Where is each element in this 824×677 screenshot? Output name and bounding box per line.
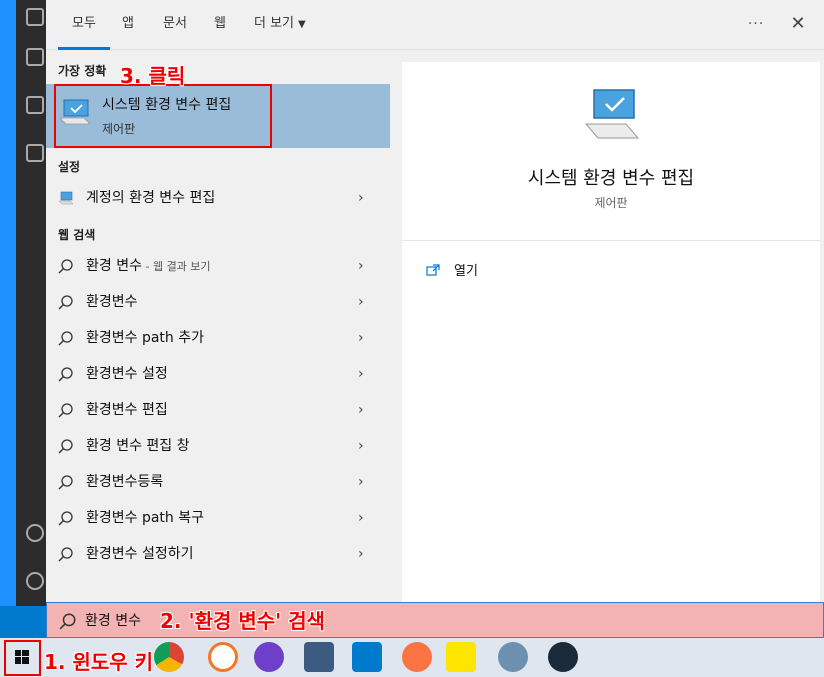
tab-web[interactable]: 웹 — [214, 0, 226, 50]
search-icon — [58, 259, 73, 274]
web-result-item[interactable]: 환경변수등록 › — [46, 464, 390, 500]
search-icon — [58, 475, 73, 490]
swift-icon[interactable] — [402, 642, 432, 672]
search-icon — [58, 547, 73, 562]
chevron-right-icon: › — [358, 330, 364, 346]
annotation-step3: 3. 클릭 — [120, 64, 186, 88]
tab-all-label: 모두 — [72, 16, 96, 31]
web-result-item[interactable]: 환경변수 설정하기 › — [46, 536, 390, 572]
preview-subtitle: 제어판 — [594, 196, 628, 210]
chrome-icon[interactable] — [154, 642, 184, 672]
vlc-icon[interactable] — [498, 642, 528, 672]
chevron-right-icon: › — [358, 366, 364, 382]
search-icon — [58, 439, 73, 454]
web-result-label: 환경변수 path 추가 — [86, 330, 205, 346]
close-button[interactable]: ✕ — [784, 10, 812, 38]
search-icon — [58, 367, 73, 382]
chevron-right-icon: › — [358, 438, 364, 454]
close-icon: ✕ — [790, 13, 806, 34]
tab-more[interactable]: 더 보기 ▼ — [254, 0, 306, 50]
open-label: 열기 — [454, 264, 478, 279]
chevron-right-icon: › — [358, 474, 364, 490]
search-icon — [58, 295, 73, 310]
section-settings: 설정 — [58, 160, 81, 174]
status-bar — [0, 606, 46, 638]
more-options-button[interactable]: ··· — [742, 10, 770, 38]
tab-web-label: 웹 — [214, 16, 226, 31]
search-tabs-bar: 모두 앱 문서 웹 더 보기 ▼ ··· ✕ — [46, 0, 824, 50]
search-icon — [58, 403, 73, 418]
tab-more-label: 더 보기 — [254, 16, 295, 31]
preview-divider — [402, 240, 820, 241]
web-result-item[interactable]: 환경 변수 - 웹 결과 보기 › — [46, 248, 390, 284]
tab-all[interactable]: 모두 — [58, 0, 110, 50]
chevron-right-icon: › — [358, 190, 364, 206]
preview-title: 시스템 환경 변수 편집 — [527, 168, 695, 189]
search-icon — [59, 613, 76, 630]
web-result-label: 환경 변수 - 웹 결과 보기 — [86, 248, 211, 285]
annotation-step2: 2. '환경 변수' 검색 — [160, 609, 326, 633]
web-result-label: 환경변수 — [86, 294, 138, 310]
web-result-label: 환경변수등록 — [86, 474, 164, 490]
system-properties-large-icon — [584, 89, 640, 139]
chevron-right-icon: › — [358, 294, 364, 310]
jupyter-icon[interactable] — [208, 642, 238, 672]
chevron-right-icon: › — [358, 546, 364, 562]
section-web-search: 웹 검색 — [58, 228, 96, 242]
web-result-item[interactable]: 환경변수 path 복구 › — [46, 500, 390, 536]
annotation-step1: 1. 윈도우 키 — [44, 650, 154, 674]
chevron-right-icon: › — [358, 402, 364, 418]
web-result-text: 환경 변수 — [86, 258, 142, 274]
nox-icon[interactable] — [548, 642, 578, 672]
web-result-label: 환경변수 설정하기 — [86, 546, 194, 562]
web-result-label: 환경변수 path 복구 — [86, 510, 205, 526]
web-result-item[interactable]: 환경변수 › — [46, 284, 390, 320]
run-debug-icon — [26, 48, 44, 66]
mysql-workbench-icon[interactable] — [304, 642, 334, 672]
web-result-label: 환경 변수 편집 창 — [86, 438, 190, 454]
web-result-item[interactable]: 환경 변수 편집 창 › — [46, 428, 390, 464]
caret-down-icon: ▼ — [298, 19, 306, 30]
annotation-highlight-start — [4, 640, 41, 676]
web-result-suffix: - 웹 결과 보기 — [141, 260, 211, 273]
extensions-icon — [26, 96, 44, 114]
vscode-icon[interactable] — [352, 642, 382, 672]
web-result-label: 환경변수 편집 — [86, 402, 168, 418]
chevron-right-icon: › — [358, 510, 364, 526]
web-result-item[interactable]: 환경변수 path 추가 › — [46, 320, 390, 356]
settings-item-label: 계정의 환경 변수 편집 — [86, 190, 216, 206]
tab-documents-label: 문서 — [163, 16, 187, 31]
search-icon — [58, 331, 73, 346]
web-result-label: 환경변수 설정 — [86, 366, 168, 382]
account-icon — [26, 524, 44, 542]
background-app-activity-bar — [0, 0, 46, 640]
section-best-match: 가장 정확 — [58, 64, 107, 78]
system-properties-small-icon — [58, 191, 74, 205]
settings-item[interactable]: 계정의 환경 변수 편집 › — [46, 180, 390, 216]
annotation-highlight-best-match — [54, 84, 272, 148]
web-result-item[interactable]: 환경변수 편집 › — [46, 392, 390, 428]
tab-documents[interactable]: 문서 — [163, 0, 187, 50]
search-icon — [58, 511, 73, 526]
test-flask-icon — [26, 144, 44, 162]
chevron-right-icon: › — [358, 258, 364, 274]
kakaotalk-icon[interactable] — [446, 642, 476, 672]
source-control-icon — [26, 8, 44, 26]
preview-pane: 시스템 환경 변수 편집 제어판 열기 — [402, 62, 820, 602]
github-desktop-icon[interactable] — [254, 642, 284, 672]
tab-apps[interactable]: 앱 — [122, 0, 134, 50]
web-result-item[interactable]: 환경변수 설정 › — [46, 356, 390, 392]
background-desktop-strip — [0, 0, 16, 610]
settings-gear-icon — [26, 572, 44, 590]
ellipsis-icon: ··· — [747, 16, 765, 32]
open-external-icon — [426, 264, 440, 276]
tab-apps-label: 앱 — [122, 16, 134, 31]
open-action[interactable]: 열기 — [426, 260, 478, 279]
